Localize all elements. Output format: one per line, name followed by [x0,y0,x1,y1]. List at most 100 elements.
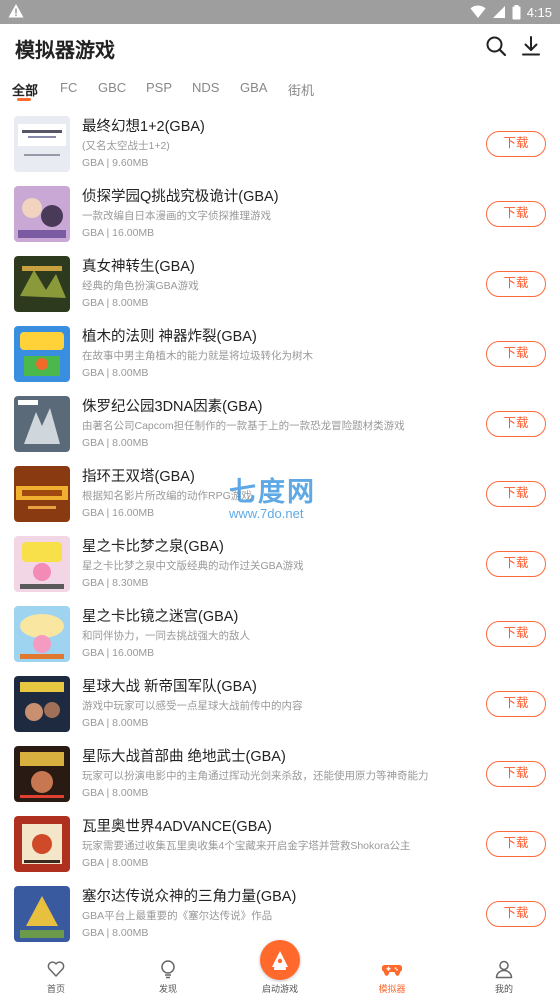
game-thumbnail [14,396,70,452]
download-button[interactable]: 下载 [486,691,546,717]
game-meta: GBA | 8.00MB [82,717,149,729]
wifi-icon [470,5,486,18]
game-meta: GBA | 9.60MB [82,157,149,169]
game-description: 由著名公司Capcom担任制作的一款基于上的一款恐龙冒险题材类游戏 [82,420,405,432]
game-thumbnail [14,816,70,872]
tab-gba[interactable]: GBA [240,80,267,95]
nav-emulator[interactable]: 模拟器 [336,947,448,997]
download-button[interactable]: 下载 [486,621,546,647]
status-bar: 4:15 [0,0,560,24]
game-thumbnail [14,676,70,732]
tab-arcade[interactable]: 街机 [288,80,314,99]
list-item[interactable]: 侏罗纪公园3DNA因素(GBA) 由著名公司Capcom担任制作的一款基于上的一… [0,392,560,462]
tab-all[interactable]: 全部 [12,80,38,99]
tab-psp[interactable]: PSP [146,80,172,95]
search-icon[interactable] [484,34,508,58]
download-button[interactable]: 下载 [486,201,546,227]
game-meta: GBA | 8.00MB [82,857,149,869]
nav-home[interactable]: 首页 [0,947,112,997]
game-title: 星之卡比镜之迷宫(GBA) [82,609,239,625]
alert-icon [8,4,24,18]
game-title: 瓦里奥世界4ADVANCE(GBA) [82,819,272,835]
game-thumbnail [14,606,70,662]
game-description: 在故事中男主角植木的能力就是将垃圾转化为树木 [82,350,313,362]
nav-label: 我的 [494,984,513,994]
nav-label: 模拟器 [378,984,406,994]
nav-profile[interactable]: 我的 [448,947,560,997]
game-thumbnail [14,116,70,172]
active-tab-indicator [17,98,31,101]
list-item[interactable]: 星之卡比梦之泉(GBA) 星之卡比梦之泉中文版经典的动作过关GBA游戏 GBA … [0,532,560,602]
download-button[interactable]: 下载 [486,481,546,507]
list-item[interactable]: 最终幻想1+2(GBA) (又名太空战士1+2) GBA | 9.60MB 下载 [0,112,560,182]
game-meta: GBA | 16.00MB [82,647,155,659]
download-button[interactable]: 下载 [486,341,546,367]
game-meta: GBA | 16.00MB [82,227,155,239]
download-icon[interactable] [519,34,543,58]
game-description: 星之卡比梦之泉中文版经典的动作过关GBA游戏 [82,560,304,572]
list-item[interactable]: 真女神转生(GBA) 经典的角色扮演GBA游戏 GBA | 8.00MB 下载 [0,252,560,322]
app-header: 模拟器游戏 [0,24,560,70]
tab-nds[interactable]: NDS [192,80,219,95]
download-button[interactable]: 下载 [486,901,546,927]
launch-game-button[interactable] [260,940,300,980]
launch-icon [272,951,288,970]
game-meta: GBA | 8.00MB [82,437,149,449]
list-item[interactable]: 瓦里奥世界4ADVANCE(GBA) 玩家需要通过收集瓦里奥收集4个宝藏来开启金… [0,812,560,882]
game-thumbnail [14,186,70,242]
game-meta: GBA | 8.30MB [82,577,149,589]
download-button[interactable]: 下载 [486,411,546,437]
game-meta: GBA | 8.00MB [82,927,149,939]
game-title: 指环王双塔(GBA) [82,469,195,485]
status-time: 4:15 [526,4,552,20]
nav-label: 首页 [46,984,65,994]
list-item[interactable]: 星际大战首部曲 绝地武士(GBA) 玩家可以扮演电影中的主角通过挥动光剑来杀敌，… [0,742,560,812]
game-description: 玩家需要通过收集瓦里奥收集4个宝藏来开启金字塔并营救Shokora公主 [82,840,411,852]
heart-icon [47,961,65,977]
game-description: GBA平台上最重要的《塞尔达传说》作品 [82,910,273,922]
game-description: 玩家可以扮演电影中的主角通过挥动光剑来杀敌，还能使用原力等神奇能力 [82,770,429,782]
game-description: 根据知名影片所改编的动作RPG游戏 [82,490,252,502]
game-title: 星际大战首部曲 绝地武士(GBA) [82,749,286,765]
tab-gbc[interactable]: GBC [98,80,126,95]
game-thumbnail [14,256,70,312]
list-item[interactable]: 星之卡比镜之迷宫(GBA) 和同伴协力，一同去挑战强大的敌人 GBA | 16.… [0,602,560,672]
game-title: 星球大战 新帝国军队(GBA) [82,679,257,695]
battery-icon [512,4,521,19]
game-thumbnail [14,886,70,942]
game-thumbnail [14,746,70,802]
nav-label: 发现 [158,984,177,994]
download-button[interactable]: 下载 [486,551,546,577]
list-item[interactable]: 指环王双塔(GBA) 根据知名影片所改编的动作RPG游戏 GBA | 16.00… [0,462,560,532]
list-item[interactable]: 星球大战 新帝国军队(GBA) 游戏中玩家可以感受一点星球大战前传中的内容 GB… [0,672,560,742]
gamepad-icon [382,964,402,976]
category-tabs: 全部 FC GBC PSP NDS GBA 街机 [0,74,560,104]
game-title: 塞尔达传说众神的三角力量(GBA) [82,889,297,905]
download-button[interactable]: 下载 [486,761,546,787]
game-description: (又名太空战士1+2) [82,140,170,152]
user-icon [495,960,513,979]
game-meta: GBA | 8.00MB [82,367,149,379]
game-title: 最终幻想1+2(GBA) [82,119,205,135]
game-meta: GBA | 8.00MB [82,297,149,309]
game-thumbnail [14,326,70,382]
game-title: 植木的法则 神器炸裂(GBA) [82,329,257,345]
game-title: 真女神转生(GBA) [82,259,195,275]
game-title: 侏罗纪公园3DNA因素(GBA) [82,399,263,415]
nav-discover[interactable]: 发现 [112,947,224,997]
game-meta: GBA | 8.00MB [82,787,149,799]
game-description: 游戏中玩家可以感受一点星球大战前传中的内容 [82,700,303,712]
page-title: 模拟器游戏 [15,40,115,62]
game-meta: GBA | 16.00MB [82,507,155,519]
nav-label: 启动游戏 [261,984,298,994]
download-button[interactable]: 下载 [486,271,546,297]
game-description: 和同伴协力，一同去挑战强大的敌人 [82,630,250,642]
list-item[interactable]: 植木的法则 神器炸裂(GBA) 在故事中男主角植木的能力就是将垃圾转化为树木 G… [0,322,560,392]
download-button[interactable]: 下载 [486,831,546,857]
list-item[interactable]: 侦探学园Q挑战究极诡计(GBA) 一款改编自日本漫画的文字侦探推理游戏 GBA … [0,182,560,252]
tab-fc[interactable]: FC [60,80,77,95]
signal-icon [492,6,505,18]
download-button[interactable]: 下载 [486,131,546,157]
game-title: 侦探学园Q挑战究极诡计(GBA) [82,189,279,205]
game-description: 一款改编自日本漫画的文字侦探推理游戏 [82,210,271,222]
